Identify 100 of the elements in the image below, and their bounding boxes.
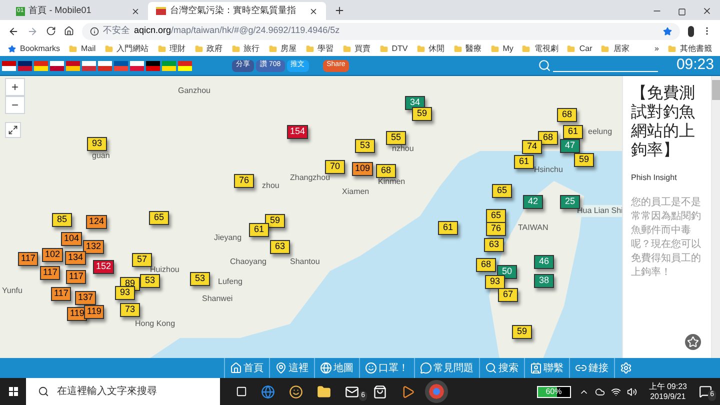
bookmark-item[interactable]: DTV: [380, 43, 408, 55]
flag-icon[interactable]: [130, 60, 144, 70]
aqi-marker[interactable]: 76: [486, 222, 506, 236]
map[interactable]: [0, 76, 622, 358]
browser-tab[interactable]: 台灣空氣污染：實時空氣質量指: [148, 2, 326, 20]
aqi-marker[interactable]: 117: [51, 287, 72, 301]
bookmark-item[interactable]: 買賣: [342, 43, 371, 55]
aqi-marker[interactable]: 38: [534, 274, 554, 288]
aqi-marker[interactable]: 117: [40, 266, 60, 280]
aqi-marker[interactable]: 59: [412, 107, 432, 121]
aqi-marker[interactable]: 68: [476, 258, 496, 272]
aqi-marker[interactable]: 47: [560, 139, 580, 153]
mail-icon[interactable]: [345, 384, 359, 398]
media-player-icon[interactable]: [401, 384, 415, 398]
aqi-marker[interactable]: 74: [522, 140, 542, 154]
aqi-marker[interactable]: 104: [61, 232, 82, 246]
flag-icon[interactable]: [18, 60, 32, 70]
aqi-marker[interactable]: 68: [557, 108, 577, 122]
aqi-marker[interactable]: 85: [52, 213, 72, 227]
aqi-marker[interactable]: 46: [534, 255, 554, 269]
aqi-marker[interactable]: 50: [497, 265, 517, 279]
folder-icon[interactable]: [317, 384, 331, 398]
aqi-marker[interactable]: 134: [65, 251, 86, 265]
aqi-marker[interactable]: 67: [498, 288, 518, 302]
aqi-marker[interactable]: 65: [149, 211, 169, 225]
cloud-icon[interactable]: [594, 386, 605, 396]
flag-icon[interactable]: [50, 60, 64, 70]
task-view-icon[interactable]: [236, 386, 247, 397]
aqi-marker[interactable]: 59: [574, 153, 594, 167]
zoom-button[interactable]: +: [5, 78, 25, 96]
fullscreen-icon[interactable]: [5, 122, 21, 138]
aqi-marker[interactable]: 73: [120, 303, 140, 317]
aqi-marker[interactable]: 42: [523, 195, 543, 209]
aqi-marker[interactable]: 53: [355, 139, 375, 153]
zoom-button[interactable]: −: [5, 96, 25, 114]
aqi-marker[interactable]: 154: [287, 125, 308, 139]
aqi-marker[interactable]: 137: [75, 291, 96, 305]
more-bookmarks[interactable]: »: [654, 43, 659, 55]
flag-icon[interactable]: [66, 60, 80, 70]
ad-title[interactable]: 【免費測試對釣魚網站的上鉤率】: [631, 84, 703, 160]
bookmark-item[interactable]: 休閒: [416, 43, 445, 55]
new-tab-icon[interactable]: [334, 5, 345, 16]
aqi-marker[interactable]: 68: [538, 131, 558, 145]
close-icon[interactable]: [131, 6, 140, 16]
search-icon[interactable]: [538, 59, 552, 72]
aqi-marker[interactable]: 132: [83, 240, 104, 254]
home-icon[interactable]: [64, 26, 74, 36]
back-icon[interactable]: [8, 26, 19, 36]
aqi-marker[interactable]: 57: [132, 253, 152, 267]
bookmark-item[interactable]: Car: [567, 43, 592, 55]
address-bar[interactable]: 不安全 aqicn.org/map/taiwan/hk/#@g/24.9692/119.4946/5z: [82, 22, 680, 40]
restore-icon[interactable]: [678, 8, 686, 16]
aqi-marker[interactable]: 65: [492, 184, 512, 198]
bookmark-item[interactable]: My: [490, 43, 514, 55]
aqi-marker[interactable]: 119: [84, 305, 104, 319]
aqi-marker[interactable]: 61: [249, 223, 269, 237]
flag-icon[interactable]: [98, 60, 112, 70]
flag-icon[interactable]: [34, 60, 48, 70]
flag-icon[interactable]: [162, 60, 176, 70]
aqi-marker[interactable]: 25: [560, 195, 580, 209]
aqi-marker[interactable]: 61: [514, 155, 534, 169]
aqi-marker[interactable]: 59: [512, 325, 532, 339]
flag-icon[interactable]: [178, 60, 192, 70]
aqi-marker[interactable]: 53: [190, 272, 210, 286]
flag-icon[interactable]: [82, 60, 96, 70]
star-icon[interactable]: [685, 334, 701, 350]
bookmark-item[interactable]: 其他書籤: [668, 43, 712, 55]
reload-icon[interactable]: [46, 26, 56, 36]
bookmark-item[interactable]: 學習: [306, 43, 334, 55]
aqi-marker[interactable]: 68: [376, 164, 396, 178]
bookmark-item[interactable]: 入門網站: [104, 43, 149, 55]
bookmark-item[interactable]: 旅行: [232, 43, 260, 55]
aqi-marker[interactable]: 152: [93, 260, 114, 274]
aqi-marker[interactable]: 93: [115, 286, 135, 300]
taskbar-search-field[interactable]: 在這裡輸入文字來搜尋: [26, 378, 220, 405]
flag-icon[interactable]: [146, 60, 160, 70]
close-icon[interactable]: [309, 6, 318, 16]
aqi-marker[interactable]: 109: [352, 162, 374, 176]
aqi-marker[interactable]: 117: [66, 270, 86, 284]
aqi-marker[interactable]: 61: [563, 125, 583, 139]
aqi-marker[interactable]: 61: [438, 221, 458, 235]
forward-icon[interactable]: [27, 26, 38, 36]
bookmark-star-icon[interactable]: [663, 26, 672, 36]
store-icon[interactable]: [373, 384, 387, 398]
bookmark-item[interactable]: 理財: [158, 43, 186, 55]
aqi-marker[interactable]: 102: [42, 248, 64, 262]
bookmark-item[interactable]: Mail: [69, 43, 96, 55]
bookmark-item[interactable]: 政府: [194, 43, 223, 55]
aqi-marker[interactable]: 93: [87, 137, 107, 151]
aqi-marker[interactable]: 124: [86, 215, 108, 229]
aqi-marker[interactable]: 93: [485, 275, 505, 289]
aqi-marker[interactable]: 53: [140, 274, 160, 288]
flag-icon[interactable]: [2, 60, 16, 70]
bookmark-item[interactable]: 房屋: [268, 43, 297, 55]
aqi-marker[interactable]: 55: [386, 131, 406, 145]
aqi-marker[interactable]: 63: [484, 238, 504, 252]
close-window-icon[interactable]: [702, 6, 712, 16]
bookmark-item[interactable]: Bookmarks: [8, 43, 60, 55]
bookmark-item[interactable]: 電視劇: [522, 43, 558, 55]
taskbar-clock[interactable]: 上午 09:23 2019/9/21: [644, 382, 691, 402]
